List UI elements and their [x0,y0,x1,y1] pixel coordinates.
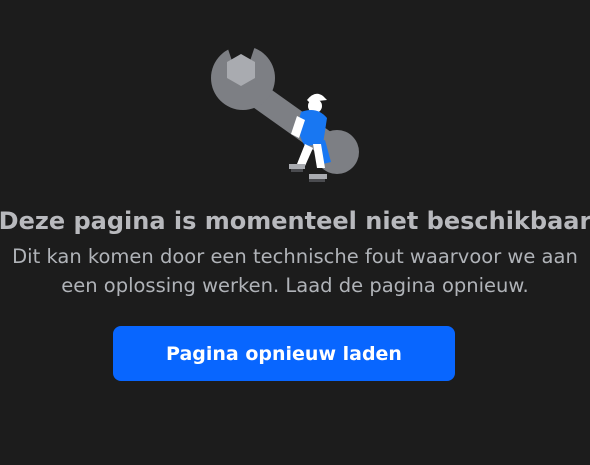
error-message-line-1: Dit kan komen door een technische fout w… [12,245,578,268]
page-title: Deze pagina is momenteel niet beschikbaa… [0,207,590,235]
error-message-line-2: een oplossing werken. Laad de pagina opn… [61,274,529,297]
wrench-worker-illustration [211,40,359,182]
worker-shadow-right [309,179,325,182]
reload-page-button[interactable]: Pagina opnieuw laden [113,326,455,381]
worker-foot-right [309,174,327,179]
worker-foot-left [289,164,305,169]
wrench-worker-icon [205,40,365,185]
error-message: Dit kan komen door een technische fout w… [0,242,590,300]
worker-leg-front [297,144,313,166]
worker-shadow-left [291,169,303,172]
error-page: Deze pagina is momenteel niet beschikbaa… [0,0,590,465]
